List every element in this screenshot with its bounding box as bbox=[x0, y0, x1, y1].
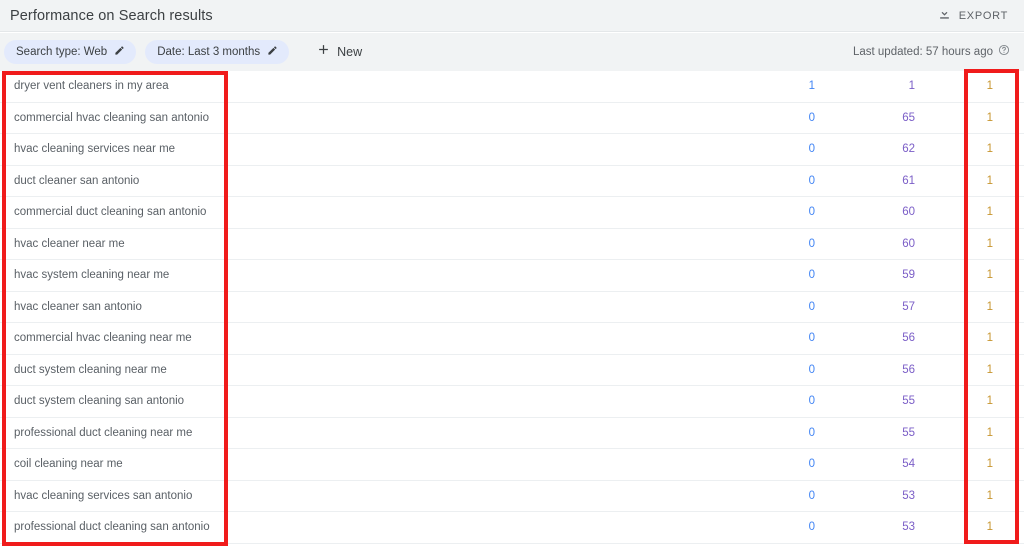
position-cell: 1 bbox=[986, 426, 993, 439]
impressions-cell: 53 bbox=[902, 489, 915, 502]
position-cell: 1 bbox=[986, 174, 993, 187]
position-cell: 1 bbox=[986, 143, 993, 156]
impressions-cell: 55 bbox=[902, 426, 915, 439]
table-row[interactable]: duct system cleaning san antonio 0 55 1 bbox=[0, 386, 1024, 418]
filter-bar: Search type: Web Date: Last 3 months New… bbox=[0, 33, 1024, 71]
table-row[interactable]: hvac cleaning services near me 0 62 1 bbox=[0, 134, 1024, 166]
add-filter-button[interactable]: New bbox=[312, 40, 366, 64]
position-cell: 1 bbox=[986, 395, 993, 408]
query-cell[interactable]: commercial hvac cleaning near me bbox=[0, 332, 700, 344]
filter-chip-search-type[interactable]: Search type: Web bbox=[4, 40, 137, 64]
export-button[interactable]: EXPORT bbox=[935, 4, 1010, 28]
query-cell[interactable]: hvac cleaner san antonio bbox=[0, 301, 700, 313]
table-row[interactable]: duct cleaner san antonio 0 61 1 bbox=[0, 165, 1024, 197]
impressions-cell: 54 bbox=[902, 458, 915, 471]
clicks-cell: 0 bbox=[808, 489, 815, 502]
add-filter-label: New bbox=[337, 45, 363, 59]
clicks-cell: 0 bbox=[808, 111, 815, 124]
position-cell: 1 bbox=[986, 332, 993, 345]
filter-chip-date[interactable]: Date: Last 3 months bbox=[145, 40, 290, 64]
position-cell: 1 bbox=[986, 458, 993, 471]
position-cell: 1 bbox=[986, 111, 993, 124]
pencil-icon[interactable] bbox=[114, 43, 125, 61]
clicks-cell: 0 bbox=[808, 332, 815, 345]
impressions-cell: 55 bbox=[902, 395, 915, 408]
clicks-cell: 0 bbox=[808, 363, 815, 376]
position-cell: 1 bbox=[986, 269, 993, 282]
impressions-cell: 1 bbox=[908, 80, 915, 93]
query-cell[interactable]: duct cleaner san antonio bbox=[0, 175, 700, 187]
impressions-cell: 53 bbox=[902, 521, 915, 534]
position-cell: 1 bbox=[986, 521, 993, 534]
clicks-cell: 0 bbox=[808, 237, 815, 250]
query-cell[interactable]: hvac system cleaning near me bbox=[0, 269, 700, 281]
clicks-cell: 0 bbox=[808, 300, 815, 313]
last-updated-label: Last updated: 57 hours ago bbox=[852, 46, 993, 58]
table-row[interactable]: commercial duct cleaning san antonio 0 60 1 bbox=[0, 197, 1024, 229]
clicks-cell: 0 bbox=[808, 395, 815, 408]
filter-chip-date-label: Date: Last 3 months bbox=[157, 46, 261, 58]
impressions-cell: 60 bbox=[902, 237, 915, 250]
impressions-cell: 62 bbox=[902, 143, 915, 156]
page-header: Performance on Search results EXPORT bbox=[0, 0, 1024, 32]
query-cell[interactable]: hvac cleaning services san antonio bbox=[0, 490, 700, 502]
filter-chip-search-type-label: Search type: Web bbox=[16, 46, 108, 58]
clicks-cell: 0 bbox=[808, 426, 815, 439]
position-cell: 1 bbox=[986, 80, 993, 93]
clicks-cell: 0 bbox=[808, 269, 815, 282]
table-row[interactable]: hvac system cleaning near me 0 59 1 bbox=[0, 260, 1024, 292]
table-row[interactable]: hvac cleaning services san antonio 0 53 1 bbox=[0, 480, 1024, 512]
query-cell[interactable]: commercial duct cleaning san antonio bbox=[0, 206, 700, 218]
table-row[interactable]: hvac cleaner near me 0 60 1 bbox=[0, 228, 1024, 260]
position-cell: 1 bbox=[986, 489, 993, 502]
pencil-icon[interactable] bbox=[267, 43, 278, 61]
position-cell: 1 bbox=[986, 206, 993, 219]
clicks-cell: 0 bbox=[808, 521, 815, 534]
help-circle-icon[interactable] bbox=[998, 43, 1010, 61]
clicks-cell: 1 bbox=[808, 80, 815, 93]
export-label: EXPORT bbox=[958, 9, 1008, 22]
page-title: Performance on Search results bbox=[10, 7, 213, 24]
impressions-cell: 56 bbox=[902, 363, 915, 376]
query-cell[interactable]: dryer vent cleaners in my area bbox=[0, 80, 700, 92]
query-cell[interactable]: coil cleaning near me bbox=[0, 458, 700, 470]
clicks-cell: 0 bbox=[808, 143, 815, 156]
query-cell[interactable]: professional duct cleaning near me bbox=[0, 427, 700, 439]
table-row[interactable]: professional duct cleaning near me 0 55 1 bbox=[0, 417, 1024, 449]
query-cell[interactable]: duct system cleaning near me bbox=[0, 364, 700, 376]
query-cell[interactable]: hvac cleaner near me bbox=[0, 238, 700, 250]
table-row[interactable]: professional duct cleaning san antonio 0 5… bbox=[0, 512, 1024, 544]
query-cell[interactable]: hvac cleaning services near me bbox=[0, 143, 700, 155]
table-row[interactable]: dryer vent cleaners in my area 1 1 1 bbox=[0, 71, 1024, 103]
performance-report-page: Performance on Search results EXPORT Sea… bbox=[0, 0, 1024, 548]
clicks-cell: 0 bbox=[808, 458, 815, 471]
filter-chip-list: Search type: Web Date: Last 3 months New bbox=[4, 40, 366, 64]
last-updated: Last updated: 57 hours ago bbox=[853, 43, 1010, 61]
table-row[interactable]: commercial hvac cleaning near me 0 56 1 bbox=[0, 323, 1024, 355]
impressions-cell: 60 bbox=[902, 206, 915, 219]
query-cell[interactable]: professional duct cleaning san antonio bbox=[0, 521, 700, 533]
table-row[interactable]: commercial hvac cleaning san antonio 0 65 1 bbox=[0, 102, 1024, 134]
clicks-cell: 0 bbox=[808, 206, 815, 219]
table-row[interactable]: hvac cleaner san antonio 0 57 1 bbox=[0, 291, 1024, 323]
impressions-cell: 57 bbox=[902, 300, 915, 313]
plus-icon bbox=[316, 42, 331, 62]
table-row[interactable]: coil cleaning near me 0 54 1 bbox=[0, 449, 1024, 481]
impressions-cell: 59 bbox=[902, 269, 915, 282]
position-cell: 1 bbox=[986, 300, 993, 313]
position-cell: 1 bbox=[986, 363, 993, 376]
clicks-cell: 0 bbox=[808, 174, 815, 187]
impressions-cell: 61 bbox=[902, 174, 915, 187]
download-icon bbox=[937, 6, 952, 26]
query-cell[interactable]: commercial hvac cleaning san antonio bbox=[0, 112, 700, 124]
table-row[interactable]: duct system cleaning near me 0 56 1 bbox=[0, 354, 1024, 386]
query-cell[interactable]: duct system cleaning san antonio bbox=[0, 395, 700, 407]
position-cell: 1 bbox=[986, 237, 993, 250]
impressions-cell: 56 bbox=[902, 332, 915, 345]
impressions-cell: 65 bbox=[902, 111, 915, 124]
queries-table: dryer vent cleaners in my area 1 1 1 commerc… bbox=[0, 71, 1024, 544]
